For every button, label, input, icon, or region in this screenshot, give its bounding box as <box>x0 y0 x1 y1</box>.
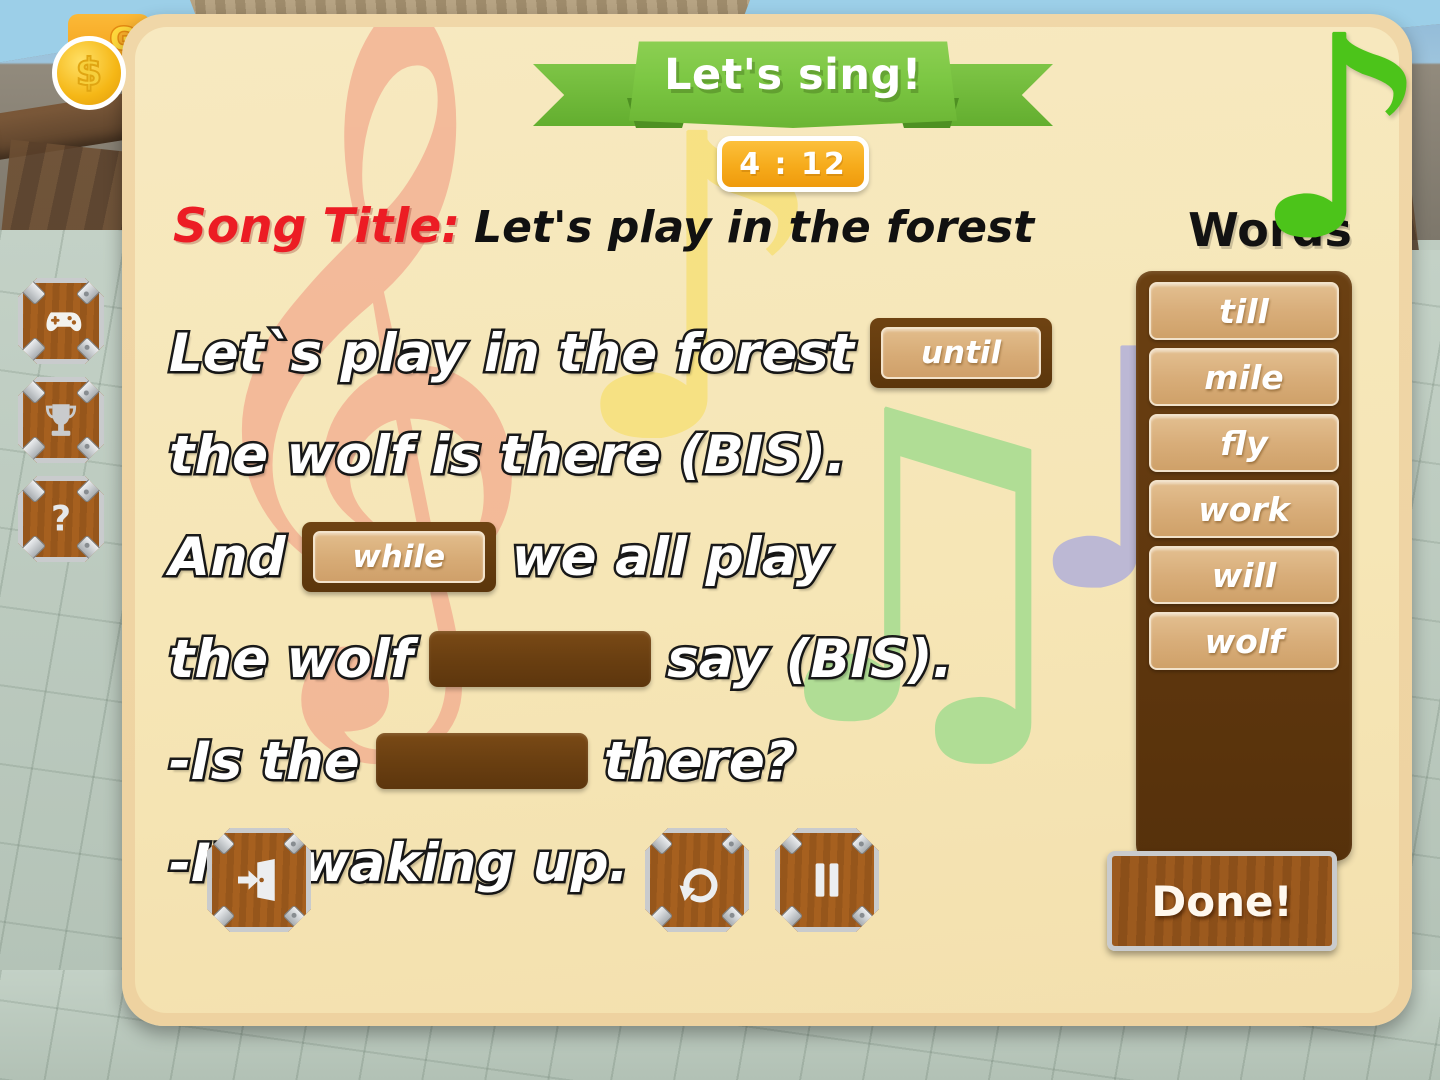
lyrics-list: Let`s play in the forest until the wolf … <box>166 307 1129 909</box>
word-tile[interactable]: fly <box>1149 414 1339 472</box>
banner: Let's sing! 4 : 12 <box>533 36 1053 192</box>
metal-corner <box>207 904 236 932</box>
word-tile[interactable]: work <box>1149 480 1339 538</box>
song-title-row: Song Title: Let's play in the forest <box>173 199 1133 254</box>
lyric-text: the wolf is there (BIS). <box>166 422 848 488</box>
metal-corner <box>850 904 879 932</box>
svg-text:?: ? <box>51 500 71 540</box>
song-panel-inner: 𝄞 ♪ ♫ ♪ Let's sing! 4 : 12 Song Title: L… <box>135 27 1399 1013</box>
metal-corner <box>282 904 311 932</box>
word-tile-placed[interactable]: while <box>312 531 485 583</box>
lyric-text: say (BIS). <box>665 626 956 692</box>
lyric-line: the wolf say (BIS). <box>166 613 1129 705</box>
done-button[interactable]: Done! <box>1107 851 1337 951</box>
lyric-text: we all play <box>509 524 833 590</box>
replay-button[interactable] <box>645 828 749 932</box>
pause-button[interactable] <box>775 828 879 932</box>
lyric-slot-filled[interactable]: until <box>870 318 1053 388</box>
gamepad-icon <box>46 312 82 332</box>
lyric-text: there? <box>601 728 798 794</box>
lyric-slot-filled[interactable]: while <box>301 522 496 592</box>
word-tile-placed[interactable]: until <box>881 327 1042 379</box>
words-heading: Words <box>1188 203 1352 257</box>
word-tile[interactable]: mile <box>1149 348 1339 406</box>
word-tile[interactable]: wolf <box>1149 612 1339 670</box>
timer-value: 4 : 12 <box>739 146 847 182</box>
word-tile[interactable]: will <box>1149 546 1339 604</box>
metal-corner <box>720 904 749 932</box>
game-screen: Gold $ <box>0 0 1440 1080</box>
sidebar-item-games[interactable] <box>18 278 104 364</box>
replay-icon <box>679 868 718 903</box>
trophy-icon <box>45 404 77 436</box>
lyric-line: And while we all play <box>167 511 1129 603</box>
gold-coin-icon: $ <box>52 36 126 110</box>
exit-button[interactable] <box>207 828 311 932</box>
banner-title: Let's sing! <box>664 50 922 100</box>
song-title-label: Song Title: <box>173 199 461 254</box>
lyric-text: the wolf <box>166 626 415 692</box>
word-tile[interactable]: till <box>1149 282 1339 340</box>
metal-corner <box>775 904 804 932</box>
page-title: Let's play in the forest <box>474 202 1035 253</box>
words-panel: till mile fly work will wolf <box>1136 271 1352 861</box>
lyric-slot-empty[interactable] <box>375 733 588 789</box>
pause-icon <box>815 863 839 897</box>
done-button-label: Done! <box>1151 876 1293 926</box>
sidebar: ? <box>18 278 104 575</box>
metal-corner <box>645 904 674 932</box>
timer-badge: 4 : 12 <box>717 136 869 192</box>
sidebar-item-achievements[interactable] <box>18 377 104 463</box>
exit-door-icon <box>238 859 275 901</box>
question-mark-icon: ? <box>51 500 71 540</box>
lyric-slot-empty[interactable] <box>429 631 652 687</box>
lyric-text: Let`s play in the forest <box>166 320 856 386</box>
metal-corner <box>75 534 104 562</box>
metal-corner <box>75 435 104 463</box>
song-panel: 𝄞 ♪ ♫ ♪ Let's sing! 4 : 12 Song Title: L… <box>122 14 1412 1026</box>
lyric-text: And <box>167 524 289 590</box>
lyric-text: -Is the <box>167 728 363 794</box>
lyric-line: Let`s play in the forest until <box>166 307 1129 399</box>
lyric-line: -Is the there? <box>167 715 1129 807</box>
metal-corner <box>75 336 104 364</box>
sidebar-item-help[interactable]: ? <box>18 476 104 562</box>
lyric-line: the wolf is there (BIS). <box>166 409 1129 501</box>
